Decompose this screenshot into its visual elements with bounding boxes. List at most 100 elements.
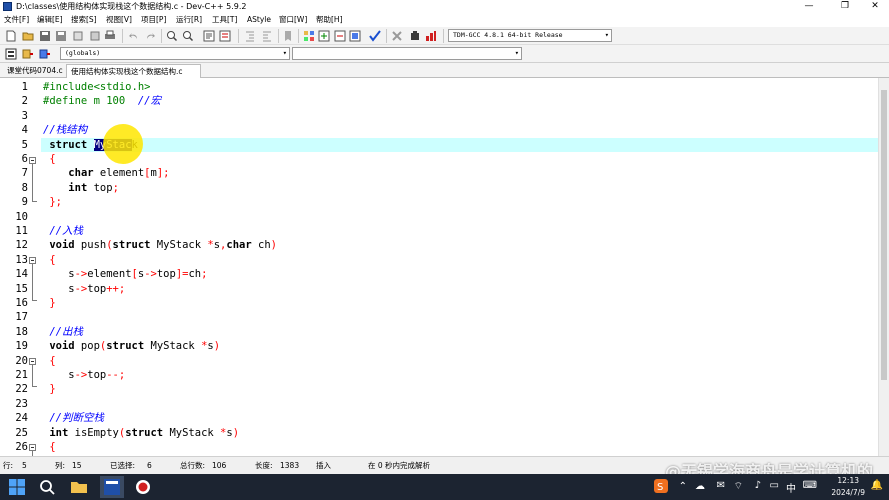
code-line: //栈结构 — [43, 123, 87, 137]
line-number: 11 — [15, 225, 28, 237]
line-number: 10 — [15, 210, 28, 223]
goto-line-icon[interactable] — [203, 30, 215, 42]
code-token: -> — [74, 369, 88, 381]
debug-icon[interactable] — [409, 30, 421, 42]
scope-select[interactable]: (globals) ▾ — [60, 47, 290, 60]
unindent-icon[interactable] — [261, 30, 273, 42]
redo-icon[interactable] — [144, 30, 156, 42]
line-number: 6 — [21, 153, 28, 165]
menu-tools[interactable]: 工具[T] — [212, 13, 237, 27]
code-token: -> — [74, 282, 88, 295]
file-explorer-icon[interactable] — [70, 478, 88, 496]
close-file-icon[interactable] — [72, 30, 84, 42]
check-syntax-icon[interactable] — [369, 30, 381, 42]
code-token: -> — [144, 268, 157, 281]
project-add-icon[interactable] — [318, 30, 330, 42]
goto-function-icon[interactable] — [219, 30, 231, 42]
maximize-button[interactable]: ❐ — [829, 0, 861, 13]
code-line: void push(struct MyStack *s,char ch) — [43, 239, 277, 252]
code-token: //宏 — [137, 95, 161, 108]
window-title: D:\classes\使用结构体实现栈这个数据结构.c - Dev-C++ 5.… — [16, 2, 247, 11]
title-bar: D:\classes\使用结构体实现栈这个数据结构.c - Dev-C++ 5.… — [0, 0, 889, 13]
tab-stack-struct[interactable]: 使用结构体实现栈这个数据结构.c — [66, 64, 201, 78]
project-new-icon[interactable] — [303, 30, 315, 42]
new-file-icon[interactable] — [5, 30, 17, 42]
code-token: //栈结构 — [43, 124, 88, 137]
chevron-up-icon[interactable]: ⌃ — [679, 481, 687, 492]
minimize-button[interactable]: — — [793, 0, 825, 13]
editor-tab-bar: 课堂代码0704.c 使用结构体实现栈这个数据结构.c — [0, 63, 889, 78]
replace-icon[interactable] — [182, 30, 194, 42]
code-line: //出栈 — [43, 325, 83, 339]
code-token: ; — [112, 181, 119, 194]
line-number: 23 — [15, 397, 28, 410]
code-line: { — [43, 354, 55, 368]
code-token: * — [201, 340, 208, 353]
sogou-ime-icon[interactable]: S — [654, 479, 668, 493]
windows-start-icon[interactable] — [8, 478, 26, 496]
notification-icon[interactable]: 🔔 — [871, 480, 883, 491]
fold-toggle-icon[interactable] — [29, 358, 36, 365]
menu-file[interactable]: 文件[F] — [4, 13, 29, 27]
goto-definition-icon[interactable] — [39, 48, 51, 60]
line-number: 7 — [21, 167, 28, 180]
fold-toggle-icon[interactable] — [29, 257, 36, 264]
status-row-value: 5 — [22, 461, 27, 470]
open-folder-icon[interactable] — [22, 30, 34, 42]
recorder-icon[interactable] — [134, 478, 152, 496]
taskbar-active-app[interactable] — [100, 476, 124, 498]
volume-icon[interactable]: ♪ — [755, 480, 761, 491]
menu-project[interactable]: 项目[P] — [141, 13, 166, 27]
menu-edit[interactable]: 编辑[E] — [37, 13, 63, 27]
scrollbar-thumb[interactable] — [881, 90, 887, 380]
fold-toggle-icon[interactable] — [29, 157, 36, 164]
battery-icon[interactable]: ▭ — [770, 480, 779, 491]
project-options-icon[interactable] — [349, 30, 361, 42]
clock-time[interactable]: 12:13 — [837, 476, 859, 485]
input-method-icon[interactable]: ⌨ — [803, 480, 817, 491]
code-token: #include<stdio.h> — [43, 81, 151, 93]
vertical-scrollbar[interactable] — [878, 78, 889, 456]
line-number: 13 — [15, 253, 28, 266]
clock-date[interactable]: 2024/7/9 — [831, 488, 865, 497]
save-icon[interactable] — [39, 30, 51, 42]
stop-execution-icon[interactable] — [391, 30, 403, 42]
wifi-icon[interactable]: ⌔ — [734, 480, 743, 493]
fold-end — [32, 300, 37, 301]
close-button[interactable]: ✕ — [859, 0, 889, 13]
member-select[interactable]: ▾ — [292, 47, 522, 60]
compiler-select[interactable]: TDM-GCC 4.8.1 64-bit Release ▾ — [448, 29, 612, 42]
cloud-icon[interactable]: ☁ — [695, 481, 705, 492]
code-token: { — [43, 153, 56, 165]
code-token: ) — [232, 426, 240, 439]
code-token: } — [43, 297, 56, 309]
close-all-icon[interactable] — [89, 30, 101, 42]
goto-declaration-icon[interactable] — [22, 48, 34, 60]
tab-classroom-code[interactable]: 课堂代码0704.c — [3, 64, 65, 78]
menu-help[interactable]: 帮助[H] — [316, 13, 343, 27]
menu-run[interactable]: 运行[R] — [176, 13, 202, 27]
toolbar-separator — [386, 29, 387, 43]
code-token: #define m 100 — [43, 95, 138, 108]
ime-mode-indicator[interactable]: 中 — [786, 480, 796, 495]
menu-view[interactable]: 视图[V] — [106, 13, 132, 27]
find-icon[interactable] — [166, 30, 178, 42]
print-icon[interactable] — [104, 30, 116, 42]
status-selected-label: 已选择: — [110, 461, 136, 470]
bookmark-icon[interactable] — [282, 30, 294, 42]
line-number: 14 — [15, 268, 28, 281]
search-icon[interactable] — [38, 478, 56, 496]
fold-toggle-icon[interactable] — [29, 444, 36, 451]
indent-icon[interactable] — [244, 30, 256, 42]
class-browser-icon[interactable] — [5, 48, 17, 60]
menu-search[interactable]: 搜索[S] — [71, 13, 97, 27]
menu-astyle[interactable]: AStyle — [247, 13, 271, 27]
save-all-icon[interactable] — [55, 30, 67, 42]
toolbar-separator — [122, 29, 123, 43]
chat-icon[interactable]: ✉ — [717, 480, 725, 491]
code-editor[interactable]: 1 2 3 4 5 6 7 8 9 10 11 12 13 14 15 16 17 18 19 20 21 22 23 24 2… — [0, 78, 878, 456]
undo-icon[interactable] — [128, 30, 140, 42]
profile-icon[interactable] — [425, 30, 437, 42]
project-remove-icon[interactable] — [334, 30, 346, 42]
menu-window[interactable]: 窗口[W] — [279, 13, 307, 27]
